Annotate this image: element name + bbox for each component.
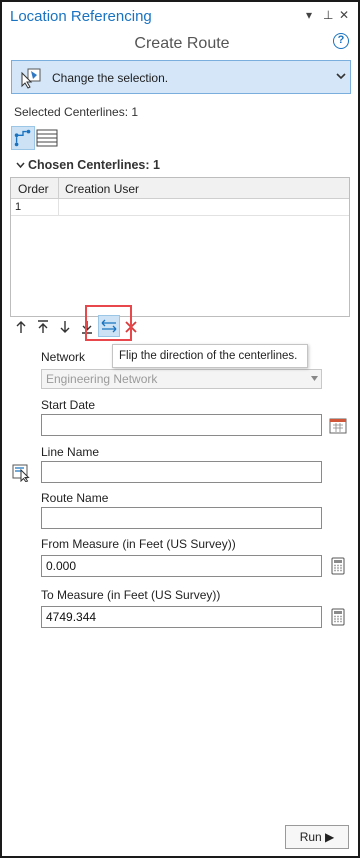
collapse-chevron-icon[interactable]: [16, 161, 25, 170]
line-name-input[interactable]: [41, 461, 322, 483]
cell-divider: [58, 199, 59, 216]
start-date-input[interactable]: [41, 414, 322, 436]
start-date-label: Start Date: [41, 398, 96, 412]
tool-title: Create Route: [134, 35, 230, 52]
close-button[interactable]: ✕: [339, 8, 349, 22]
chosen-centerlines-header: Chosen Centerlines: 1: [28, 158, 160, 172]
move-up-icon[interactable]: [13, 319, 29, 335]
dropdown-caret-icon: [311, 376, 318, 381]
tooltip: Flip the direction of the centerlines.: [112, 344, 308, 368]
network-label: Network: [41, 350, 86, 364]
from-measure-input[interactable]: [41, 555, 322, 577]
pin-button[interactable]: ⊥: [323, 8, 333, 22]
highlight-box: [85, 305, 132, 341]
select-features-icon: [21, 68, 41, 89]
table-view-toggle[interactable]: [35, 126, 59, 150]
map-view-toggle[interactable]: [11, 126, 35, 150]
pane-menu-button[interactable]: ▾: [306, 8, 312, 22]
to-measure-label: To Measure (in Feet (US Survey)): [41, 588, 221, 602]
selected-centerlines-count: Selected Centerlines: 1: [14, 105, 139, 119]
chevron-down-icon: [336, 73, 346, 80]
move-down-icon[interactable]: [57, 319, 73, 335]
to-measure-input[interactable]: [41, 606, 322, 628]
pick-from-map-icon[interactable]: [12, 462, 32, 482]
table-icon: [36, 129, 58, 147]
calendar-icon[interactable]: [328, 415, 348, 435]
route-name-input[interactable]: [41, 507, 322, 529]
pane-title: Location Referencing: [10, 8, 152, 25]
table-row[interactable]: 1: [11, 199, 349, 216]
cell-order: 1: [15, 201, 22, 213]
column-divider: [58, 178, 59, 199]
change-selection-dropdown[interactable]: Change the selection.: [11, 60, 351, 94]
help-icon[interactable]: ?: [333, 33, 349, 49]
geoprocessing-pane: Location Referencing ▾ ⊥ ✕ Create Route …: [0, 0, 360, 858]
column-header-order[interactable]: Order: [18, 182, 49, 196]
line-name-label: Line Name: [41, 445, 100, 459]
run-button[interactable]: Run ▶: [285, 825, 349, 849]
network-select: Engineering Network: [41, 369, 322, 389]
centerlines-table: Order Creation User 1: [10, 177, 350, 317]
table-header: Order Creation User: [11, 178, 349, 199]
route-name-label: Route Name: [41, 491, 109, 505]
from-measure-label: From Measure (in Feet (US Survey)): [41, 537, 236, 551]
column-header-creation-user[interactable]: Creation User: [65, 182, 139, 196]
calculator-icon[interactable]: [328, 607, 348, 627]
network-map-icon: [14, 129, 31, 147]
calculator-icon[interactable]: [328, 556, 348, 576]
change-selection-label: Change the selection.: [52, 71, 169, 85]
move-to-top-icon[interactable]: [35, 319, 51, 335]
